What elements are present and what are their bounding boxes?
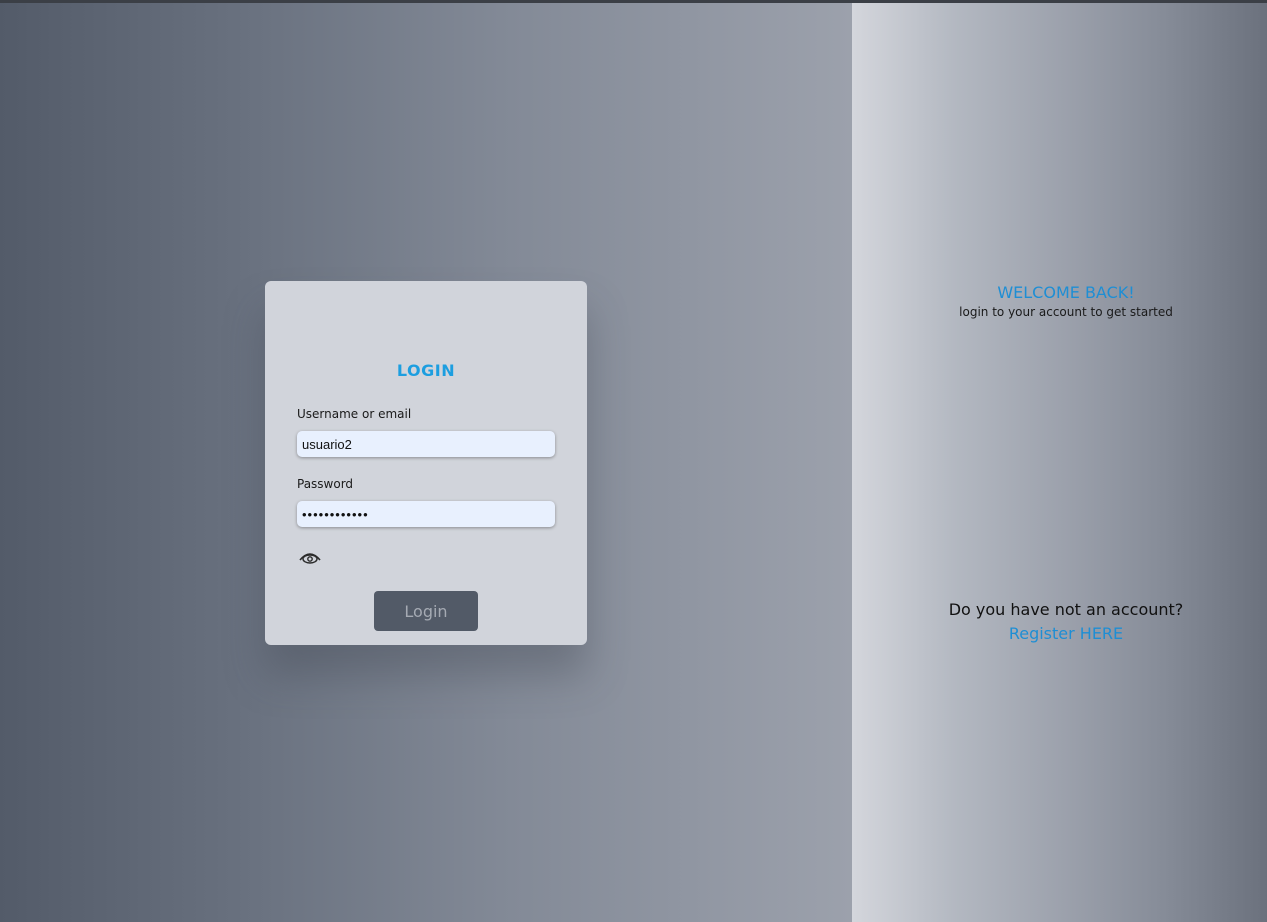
password-label: Password (297, 477, 354, 491)
welcome-title: WELCOME BACK! (997, 283, 1135, 302)
login-card: LOGIN Username or email Password Login (265, 281, 587, 645)
login-title: LOGIN (396, 361, 456, 380)
username-label: Username or email (297, 407, 412, 421)
welcome-subtitle: login to your account to get started (959, 305, 1173, 319)
right-pane (852, 3, 1267, 922)
no-account-text: Do you have not an account? (948, 600, 1184, 619)
username-input[interactable] (297, 431, 555, 457)
password-input[interactable] (297, 501, 555, 527)
login-button[interactable]: Login (374, 591, 478, 631)
register-link[interactable]: Register HERE (852, 624, 1267, 643)
eye-icon[interactable] (299, 549, 321, 565)
